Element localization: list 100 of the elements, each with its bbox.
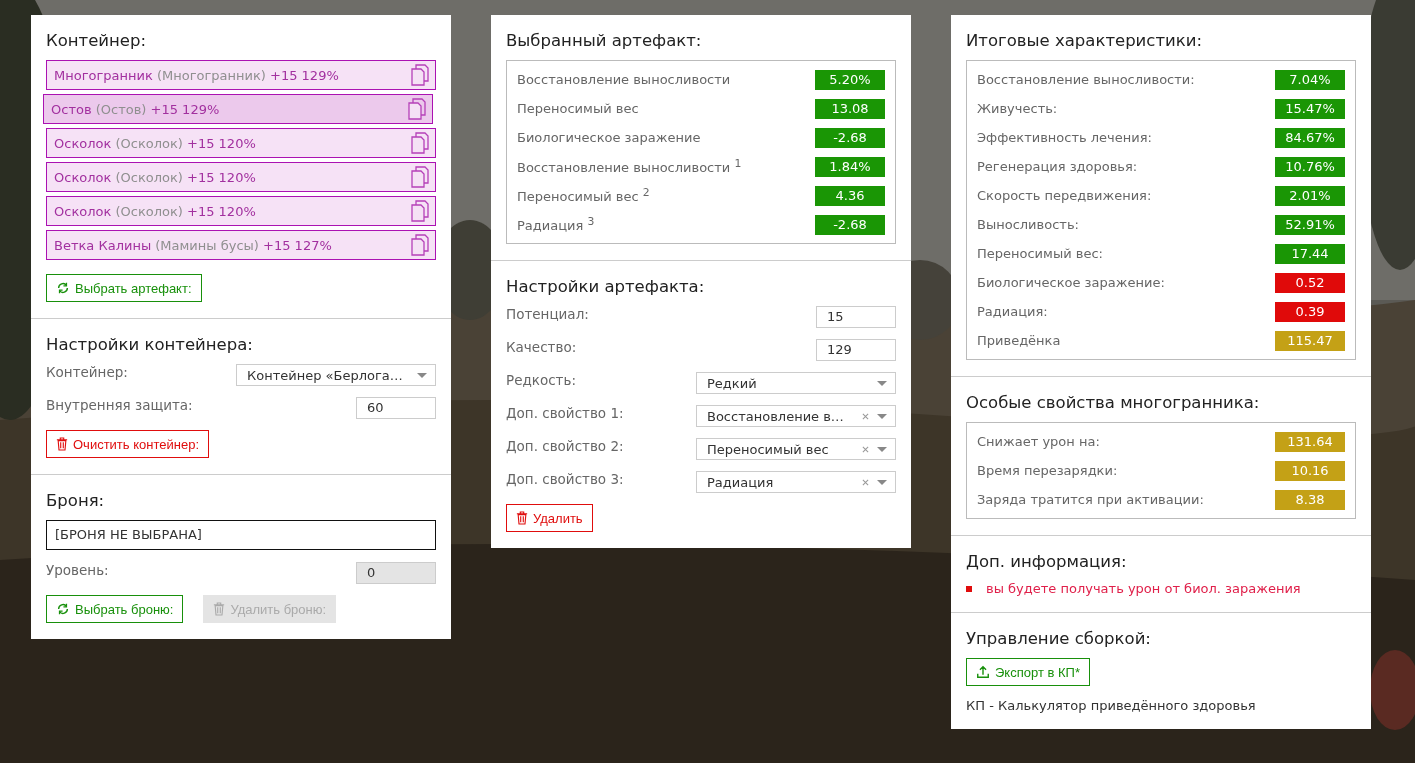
- section-title: Настройки артефакта:: [506, 277, 706, 296]
- copy-icon[interactable]: [411, 234, 429, 256]
- stat-label: Живучесть:: [977, 101, 1058, 116]
- stat-value: 131.64: [1275, 431, 1345, 452]
- section-title: Настройки контейнера:: [46, 335, 254, 354]
- section-title: Броня:: [46, 491, 106, 510]
- number-field[interactable]: 60: [356, 397, 436, 419]
- select-field[interactable]: Восстановление в…: [696, 405, 896, 427]
- stat-label: Скорость передвижения:: [977, 188, 1152, 203]
- stat-label: Восстановление выносливости $^{1}$: [517, 157, 742, 176]
- clear-icon: [862, 445, 869, 453]
- stat-label: Регенерация здоровья:: [977, 159, 1138, 174]
- trash-icon: [516, 511, 528, 525]
- stat-label: Приведёнка: [977, 333, 1061, 348]
- trash-icon: [213, 602, 226, 616]
- artifact-item[interactable]: Осколок (Осколок) +15 120%: [46, 128, 436, 158]
- field-label: Уровень:: [46, 562, 109, 578]
- artifact-name: Осколок (Осколок) +15 120%: [54, 203, 256, 219]
- stat-value: -2.68: [815, 214, 885, 235]
- stat-value: 0.52: [1275, 272, 1345, 293]
- export-button[interactable]: Экспорт в КП*: [966, 658, 1090, 686]
- select-artifact-button[interactable]: Выбрать артефакт:: [46, 274, 202, 302]
- field-label: Доп. свойство 3:: [506, 471, 624, 487]
- clear-container-button[interactable]: Очистить контейнер:: [46, 430, 209, 458]
- stat-label: Радиация $^{3}$: [517, 215, 595, 234]
- number-field[interactable]: 15: [816, 306, 896, 328]
- stat-label: Эффективность лечения:: [977, 130, 1152, 145]
- refresh-icon: [56, 602, 70, 616]
- stat-label: Выносливость:: [977, 217, 1079, 232]
- section-title: Выбранный артефакт:: [506, 31, 703, 50]
- delete-button[interactable]: Удалить: [506, 504, 593, 532]
- field-label: Контейнер:: [46, 364, 128, 380]
- field-label: Доп. свойство 2:: [506, 438, 624, 454]
- stat-value: 5.20%: [815, 69, 885, 90]
- stat-value: 1.84%: [815, 156, 885, 177]
- stat-label: Переносимый вес $^{2}$: [517, 186, 650, 205]
- artifact-item[interactable]: Осколок (Осколок) +15 120%: [46, 162, 436, 192]
- copy-icon[interactable]: [408, 98, 426, 120]
- stat-value: 10.76%: [1275, 156, 1345, 177]
- select-field[interactable]: Переносимый вес: [696, 438, 896, 460]
- artifact-item[interactable]: Ветка Калины (Мамины бусы) +15 127%: [46, 230, 436, 260]
- refresh-icon: [56, 281, 70, 295]
- stat-label: Переносимый вес: [517, 101, 639, 116]
- stat-value: -2.68: [815, 127, 885, 148]
- field-label: Внутренняя защита:: [46, 397, 193, 413]
- select-field[interactable]: Редкий: [696, 372, 896, 394]
- stat-label: Восстановление выносливости:: [977, 72, 1195, 87]
- stat-label: Биологическое заражение: [517, 130, 701, 145]
- artifact-item[interactable]: Осколок (Осколок) +15 120%: [46, 196, 436, 226]
- field-label: Доп. свойство 1:: [506, 405, 624, 421]
- copy-icon[interactable]: [411, 166, 429, 188]
- artifact-name: Осколок (Осколок) +15 120%: [54, 135, 256, 151]
- select-field[interactable]: Радиация: [696, 471, 896, 493]
- note-text: КП - Калькулятор приведённого здоровья: [966, 698, 1257, 713]
- stat-value: 15.47%: [1275, 98, 1345, 119]
- copy-icon[interactable]: [411, 200, 429, 222]
- armor-button[interactable]: Выбрать броню:: [46, 595, 184, 623]
- section-title: Управление сборкой:: [966, 629, 1152, 648]
- stat-value: 17.44: [1275, 243, 1345, 264]
- bullet-icon: [966, 585, 972, 592]
- stat-value: 7.04%: [1275, 69, 1345, 90]
- stat-value: 0.39: [1275, 301, 1345, 322]
- number-field[interactable]: 129: [816, 339, 896, 361]
- stat-value: 4.36: [815, 185, 885, 206]
- field-label: Редкость:: [506, 372, 576, 388]
- artifact-name: Многогранник (Многогранник) +15 129%: [54, 67, 339, 83]
- warning-text: вы будете получать урон от биол. заражения: [986, 581, 1301, 596]
- stat-value: 8.38: [1275, 489, 1345, 510]
- section-title: Доп. информация:: [966, 552, 1128, 571]
- stat-label: Заряда тратится при активации:: [977, 492, 1204, 507]
- stat-value: 115.47: [1275, 330, 1345, 351]
- stat-value: 10.16: [1275, 460, 1345, 481]
- stat-label: Снижает урон на:: [977, 434, 1100, 449]
- artifact-name: Осколок (Осколок) +15 120%: [54, 169, 256, 185]
- clear-icon: [862, 412, 869, 420]
- stat-value: 52.91%: [1275, 214, 1345, 235]
- upload-icon: [976, 665, 990, 679]
- copy-icon[interactable]: [411, 132, 429, 154]
- stat-label: Радиация:: [977, 304, 1048, 319]
- armor-field[interactable]: [БРОНЯ НЕ ВЫБРАНА]: [46, 520, 436, 550]
- artifact-name: Ветка Калины (Мамины бусы) +15 127%: [54, 237, 332, 253]
- select-field[interactable]: Контейнер «Берлога…: [236, 364, 436, 386]
- artifact-item[interactable]: Многогранник (Многогранник) +15 129%: [46, 60, 436, 90]
- artifact-name: Остов (Остов) +15 129%: [51, 101, 220, 117]
- trash-icon: [56, 437, 68, 451]
- stat-value: 84.67%: [1275, 127, 1345, 148]
- stat-label: Переносимый вес:: [977, 246, 1103, 261]
- section-title: Контейнер:: [46, 31, 148, 50]
- stat-label: Восстановление выносливости: [517, 72, 731, 87]
- copy-icon[interactable]: [411, 64, 429, 86]
- stat-value: 2.01%: [1275, 185, 1345, 206]
- stat-label: Время перезарядки:: [977, 463, 1118, 478]
- stat-value: 13.08: [815, 98, 885, 119]
- stat-label: Биологическое заражение:: [977, 275, 1165, 290]
- clear-icon: [862, 478, 869, 486]
- field-label: Качество:: [506, 339, 577, 355]
- section-title: Особые свойства многогранника:: [966, 393, 1261, 412]
- field-label: Потенциал:: [506, 306, 589, 322]
- section-title: Итоговые характеристики:: [966, 31, 1203, 50]
- artifact-item[interactable]: Остов (Остов) +15 129%: [43, 94, 433, 124]
